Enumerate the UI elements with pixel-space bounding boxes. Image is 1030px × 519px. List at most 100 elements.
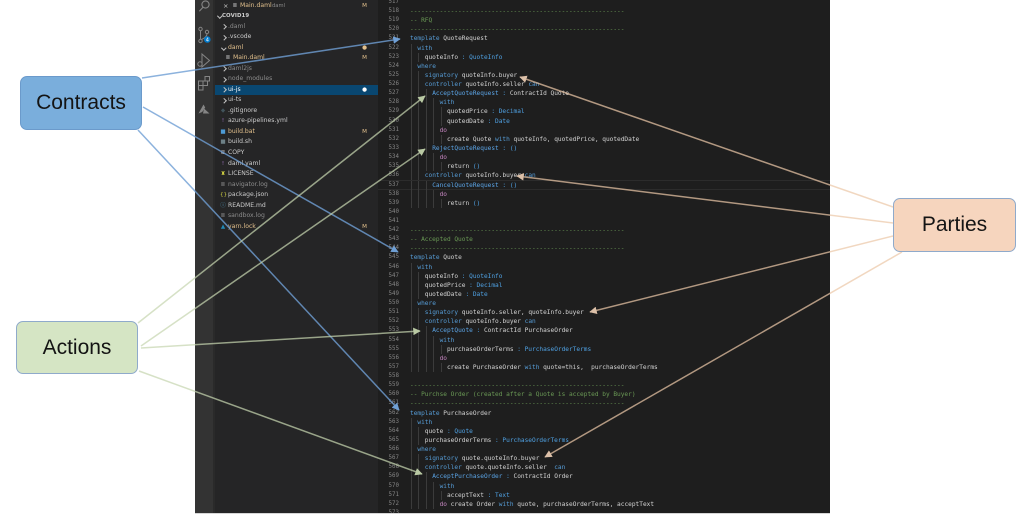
code-line[interactable]: 517 <box>378 0 830 7</box>
tree-folder[interactable]: node_modules <box>215 74 378 85</box>
tree-file[interactable]: ≣ Main.daml M <box>215 53 378 64</box>
code-line[interactable]: 567 signatory quote.quoteInfo.buyer <box>378 454 830 464</box>
tree-folder[interactable]: ui-ts <box>215 95 378 106</box>
tree-folder[interactable]: daml ● <box>215 43 378 54</box>
code-line[interactable]: 524 where <box>378 61 830 71</box>
code-line[interactable]: 572 do create Order with quote, purchase… <box>378 499 830 509</box>
chevron-right-icon[interactable] <box>221 35 227 41</box>
workspace-header[interactable]: COVID19 <box>215 11 378 22</box>
run-debug-icon[interactable] <box>197 52 211 69</box>
code-line[interactable]: 543 -- Accepted Quote <box>378 235 830 244</box>
code-line[interactable]: 556 do <box>378 353 830 363</box>
code-line[interactable]: 573 <box>378 509 830 513</box>
code-line[interactable]: 519 -- RFQ <box>378 16 830 25</box>
tree-file[interactable]: ! azure-pipelines.yml <box>215 116 378 127</box>
code-line[interactable]: 547 quoteInfo : QuoteInfo <box>378 271 830 281</box>
code-line[interactable]: 523 quoteInfo : QuoteInfo <box>378 52 830 62</box>
code-line[interactable]: 566 where <box>378 445 830 455</box>
code-line[interactable]: 527 AcceptQuoteRequest : ContractId Quot… <box>378 89 830 99</box>
code-line[interactable]: 568 controller quote.quoteInfo.seller ca… <box>378 463 830 473</box>
code-line[interactable]: 563 with <box>378 417 830 427</box>
code-line[interactable]: 536 controller quoteInfo.buyer can <box>378 171 830 181</box>
tree-file[interactable]: ≣ navigator.log <box>215 180 378 191</box>
code-line[interactable]: 551 signatory quoteInfo.seller, quoteInf… <box>378 308 830 318</box>
code-line[interactable]: 537 CancelQuoteRequest : () <box>378 180 830 191</box>
code-line[interactable]: 548 quotedPrice : Decimal <box>378 280 830 290</box>
chevron-right-icon[interactable] <box>221 24 227 30</box>
tree-file[interactable]: ♜ LICENSE <box>215 169 378 180</box>
code-line[interactable]: 550 where <box>378 299 830 309</box>
chevron-right-icon[interactable] <box>221 77 227 83</box>
azure-icon[interactable] <box>198 104 210 114</box>
code-line[interactable]: 544 -------------------------------------… <box>378 244 830 253</box>
line-number: 525 <box>388 71 399 78</box>
close-icon[interactable]: × <box>223 1 228 12</box>
parties-callout: Parties <box>893 198 1016 252</box>
code-line[interactable]: 558 <box>378 372 830 381</box>
code-line[interactable]: 526 controller quoteInfo.seller can <box>378 80 830 90</box>
line-number: 539 <box>388 199 399 206</box>
code-line[interactable]: 564 quote : Quote <box>378 426 830 436</box>
code-line[interactable]: 554 with <box>378 335 830 345</box>
code-text: purchaseOrderTerms : PurchaseOrderTerms <box>410 436 569 445</box>
code-line[interactable]: 541 <box>378 217 830 226</box>
code-line[interactable]: 521 template QuoteRequest <box>378 34 830 43</box>
code-line[interactable]: 545 template Quote <box>378 253 830 262</box>
code-line[interactable]: 549 quotedDate : Date <box>378 289 830 300</box>
code-line[interactable]: 532 create Quote with quoteInfo, quotedP… <box>378 134 830 144</box>
code-line[interactable]: 562 template PurchaseOrder <box>378 409 830 418</box>
code-line[interactable]: 553 AcceptQuote : ContractId PurchaseOrd… <box>378 326 830 336</box>
code-line[interactable]: 570 with <box>378 481 830 491</box>
code-token: with <box>498 500 514 508</box>
code-line[interactable]: 538 do <box>378 189 830 199</box>
code-line[interactable]: 569 AcceptPurchaseOrder : ContractId Ord… <box>378 472 830 482</box>
code-line[interactable]: 528 with <box>378 98 830 108</box>
code-line[interactable]: 555 purchaseOrderTerms : PurchaseOrderTe… <box>378 344 830 354</box>
code-line[interactable]: 529 quotedPrice : Decimal <box>378 107 830 117</box>
code-line[interactable]: 518 -------------------------------------… <box>378 7 830 16</box>
code-line[interactable]: 561 -------------------------------------… <box>378 399 830 408</box>
tree-file[interactable]: ⓘ README.md <box>215 201 378 212</box>
code-line[interactable]: 539 return () <box>378 198 830 208</box>
tree-folder[interactable]: .daml <box>215 22 378 33</box>
code-line[interactable]: 522 with <box>378 43 830 53</box>
code-line[interactable]: 533 RejectQuoteRequest : () <box>378 143 830 154</box>
tree-file[interactable]: ≣ COPY <box>215 148 378 159</box>
tree-item-label: daml2js <box>228 64 252 72</box>
tree-file[interactable]: ■ build.sh <box>215 137 378 148</box>
code-line[interactable]: 571 acceptText : Text <box>378 490 830 500</box>
tree-folder[interactable]: daml2js <box>215 64 378 75</box>
code-line[interactable]: 525 signatory quoteInfo.buyer <box>378 70 830 81</box>
code-line[interactable]: 535 return () <box>378 162 830 172</box>
open-editor-item[interactable]: × ≣ Main.daml daml M <box>215 1 378 12</box>
code-line[interactable]: 552 controller quoteInfo.buyer can <box>378 317 830 327</box>
tree-file[interactable]: ! daml.yaml <box>215 159 378 170</box>
code-line[interactable]: 546 with <box>378 262 830 272</box>
tree-file[interactable]: ◆ .gitignore <box>215 106 378 117</box>
code-line[interactable]: 565 purchaseOrderTerms : PurchaseOrderTe… <box>378 435 830 446</box>
chevron-down-icon[interactable] <box>221 44 227 50</box>
tree-folder[interactable]: .vscode <box>215 32 378 43</box>
chevron-right-icon[interactable] <box>221 66 227 72</box>
tree-file[interactable]: {} package.json <box>215 190 378 201</box>
code-line[interactable]: 534 do <box>378 153 830 163</box>
search-icon[interactable] <box>198 0 210 12</box>
code-line[interactable]: 560 -- Purchse Order (created after a Quo… <box>378 390 830 399</box>
code-line[interactable]: 531 do <box>378 125 830 135</box>
code-line[interactable]: 520 -------------------------------------… <box>378 25 830 34</box>
code-line[interactable]: 540 <box>378 208 830 217</box>
tree-file[interactable]: ■ build.bat M <box>215 127 378 138</box>
code-editor[interactable]: 517 518 ----------------------------------… <box>378 0 830 513</box>
info-icon: ⓘ <box>220 202 226 209</box>
code-line[interactable]: 542 -------------------------------------… <box>378 226 830 235</box>
tree-folder[interactable]: ui-js ● <box>215 84 378 96</box>
chevron-right-icon[interactable] <box>221 98 227 104</box>
code-line[interactable]: 557 create PurchaseOrder with quote=this… <box>378 362 830 373</box>
tree-file[interactable]: ≣ sandbox.log <box>215 211 378 222</box>
tree-file[interactable]: ▲ yarn.lock M <box>215 222 378 233</box>
chevron-right-icon[interactable] <box>221 87 227 93</box>
code-line[interactable]: 530 quotedDate : Date <box>378 116 830 126</box>
extensions-icon[interactable] <box>198 76 210 91</box>
code-line[interactable]: 559 -------------------------------------… <box>378 381 830 390</box>
